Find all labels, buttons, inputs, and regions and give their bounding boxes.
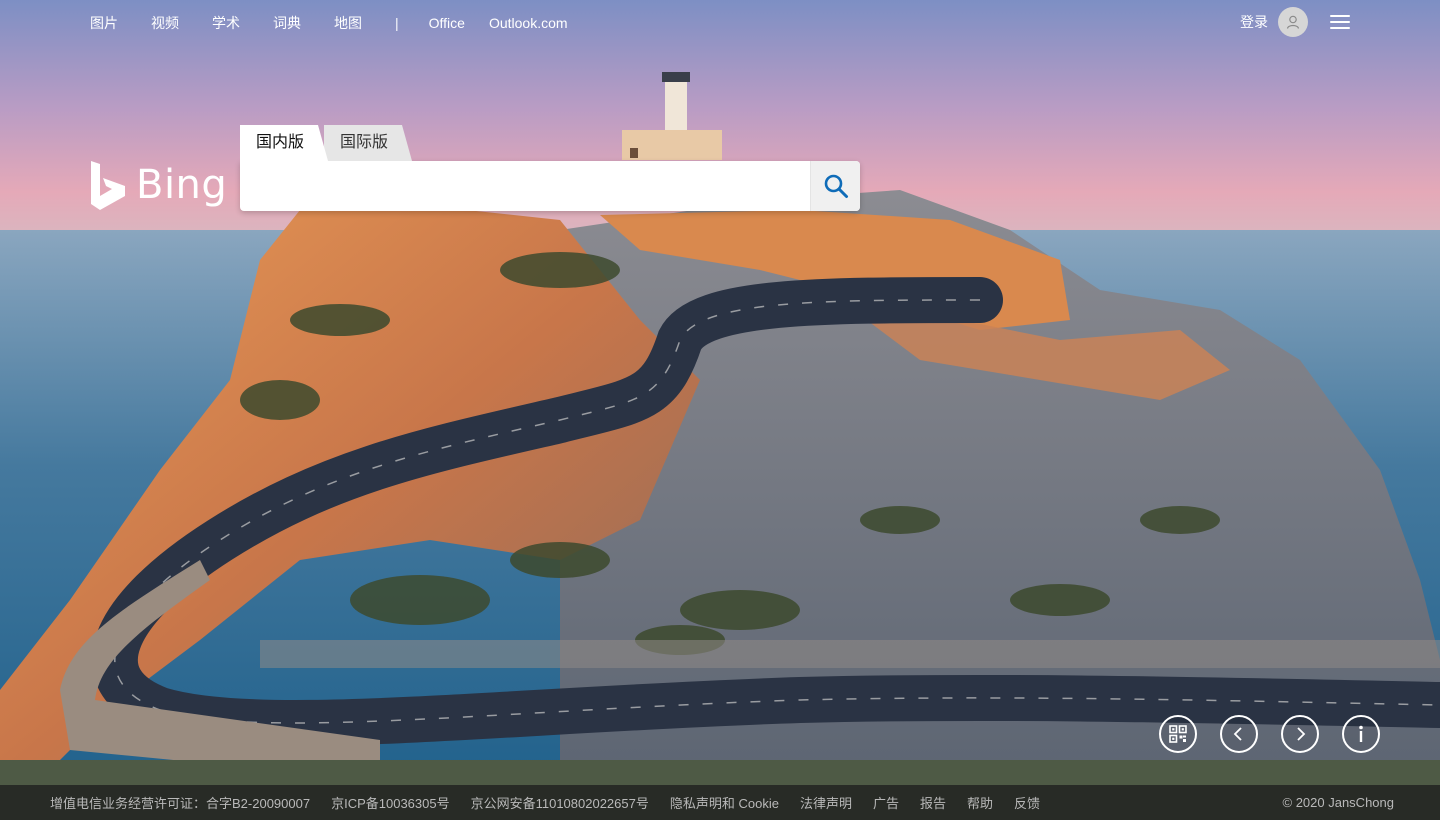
tab-domestic-label: 国内版 (256, 134, 305, 151)
footer-license[interactable]: 增值电信业务经营许可证：合字B2-20090007 (50, 793, 310, 812)
search-input[interactable] (240, 161, 810, 211)
hamburger-menu-icon[interactable] (1330, 15, 1350, 29)
bing-logo-text: Bing (136, 162, 228, 208)
footer-privacy-cookie[interactable]: 隐私声明和 Cookie (670, 793, 779, 812)
nav-link-videos[interactable]: 视频 (151, 13, 179, 33)
nav-link-office[interactable]: Office (429, 15, 465, 31)
top-navigation: 图片 视频 学术 词典 地图 | Office Outlook.com (90, 12, 592, 34)
chevron-left-icon (1233, 727, 1242, 741)
search-area: 国内版 国际版 (240, 125, 860, 211)
tab-international[interactable]: 国际版 (324, 125, 412, 161)
nav-separator: | (395, 15, 399, 31)
footer-icp[interactable]: 京ICP备10036305号 (331, 793, 450, 812)
copyright: © 2020 JansChong (1282, 795, 1395, 810)
search-icon (824, 174, 848, 198)
user-icon[interactable] (1278, 7, 1308, 37)
info-icon (1359, 725, 1363, 742)
footer-report[interactable]: 报告 (920, 793, 946, 812)
bing-logo-icon (91, 161, 125, 210)
footer-links: 增值电信业务经营许可证：合字B2-20090007 京ICP备10036305号… (50, 793, 1061, 812)
background-image (0, 0, 1440, 820)
footer-feedback[interactable]: 反馈 (1014, 793, 1040, 812)
search-button[interactable] (810, 161, 860, 211)
footer-public-security[interactable]: 京公网安备11010802022657号 (471, 793, 649, 812)
bing-logo: Bing (90, 160, 227, 210)
account-area: 登录 (1240, 6, 1350, 38)
next-image-button[interactable] (1281, 715, 1319, 753)
login-link[interactable]: 登录 (1240, 12, 1268, 32)
search-region-tabs: 国内版 国际版 (240, 125, 860, 161)
footer: 增值电信业务经营许可证：合字B2-20090007 京ICP备10036305号… (0, 785, 1440, 820)
nav-link-dictionary[interactable]: 词典 (273, 13, 301, 33)
nav-link-maps[interactable]: 地图 (334, 13, 362, 33)
nav-link-images[interactable]: 图片 (90, 13, 118, 33)
previous-image-button[interactable] (1220, 715, 1258, 753)
qr-code-button[interactable] (1159, 715, 1197, 753)
nav-link-academic[interactable]: 学术 (212, 13, 240, 33)
qr-code-icon (1169, 725, 1187, 743)
footer-help[interactable]: 帮助 (967, 793, 993, 812)
footer-ads[interactable]: 广告 (873, 793, 899, 812)
nav-link-outlook[interactable]: Outlook.com (489, 15, 568, 31)
tab-domestic[interactable]: 国内版 (240, 125, 328, 161)
image-info-button[interactable] (1342, 715, 1380, 753)
footer-legal[interactable]: 法律声明 (800, 793, 852, 812)
tab-international-label: 国际版 (340, 134, 389, 151)
chevron-right-icon (1297, 727, 1306, 741)
search-box (240, 161, 860, 211)
